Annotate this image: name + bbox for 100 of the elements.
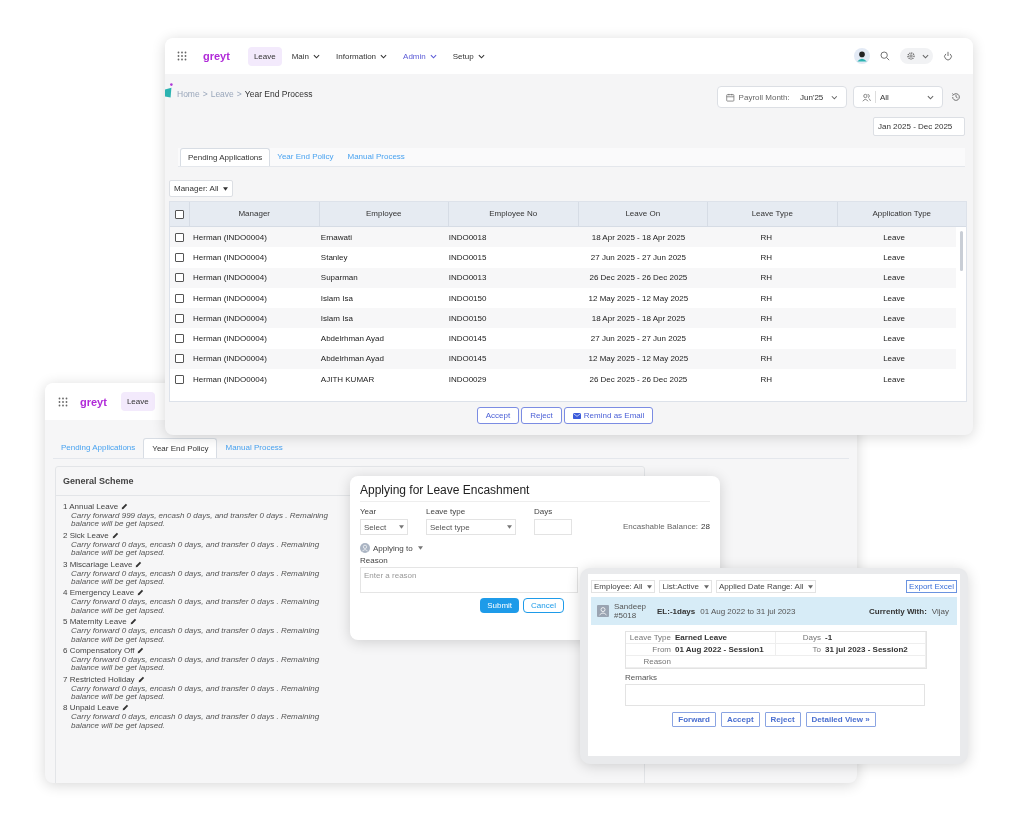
nav-item[interactable]: Leave bbox=[120, 392, 155, 411]
column-header: Leave Type bbox=[707, 202, 837, 226]
breadcrumb-separator: > bbox=[202, 89, 208, 99]
column-header: Manager bbox=[189, 202, 319, 226]
search-icon[interactable] bbox=[880, 51, 890, 61]
policy-name: 7 Restricted Holiday bbox=[63, 674, 135, 684]
table-cell: Herman (INDO0004) bbox=[193, 252, 267, 262]
column-header: Employee bbox=[318, 202, 448, 226]
row-checkbox[interactable] bbox=[175, 293, 184, 303]
pencil-icon[interactable] bbox=[121, 503, 129, 510]
breadcrumb-separator: > bbox=[236, 89, 242, 99]
nav-item[interactable]: Admin bbox=[397, 46, 443, 66]
power-icon[interactable] bbox=[943, 51, 953, 61]
settings-icon bbox=[906, 51, 916, 61]
history-icon[interactable] bbox=[951, 92, 961, 102]
app-grid-icon[interactable] bbox=[58, 396, 68, 407]
nav-item[interactable]: Setup bbox=[446, 46, 491, 66]
policy-note: Carry forward 0 days, encash 0 days, and transfer 0 days . Remaining balance will be get lapsed. bbox=[71, 540, 321, 558]
days-input[interactable] bbox=[534, 519, 572, 535]
table-cell: Leave bbox=[883, 354, 905, 364]
action-button[interactable]: Reject bbox=[764, 712, 801, 727]
pencil-icon[interactable] bbox=[135, 560, 143, 568]
caret-icon bbox=[313, 53, 321, 59]
tag-icon bbox=[165, 83, 173, 99]
pencil-icon[interactable] bbox=[137, 675, 145, 683]
row-checkbox[interactable] bbox=[175, 273, 184, 283]
table-cell: INDO0029 bbox=[448, 374, 487, 384]
table-cell: RH bbox=[760, 232, 772, 242]
nav-item[interactable]: Information bbox=[330, 46, 394, 66]
payroll-month-select[interactable]: Payroll Month: Jun'25 bbox=[717, 86, 847, 108]
tab[interactable]: Pending Applications bbox=[180, 148, 271, 166]
page-title: Year End Process bbox=[244, 89, 313, 99]
action-button[interactable]: Reject bbox=[521, 407, 562, 424]
table-cell: INDO0145 bbox=[448, 354, 487, 364]
user-filter-select[interactable]: All bbox=[853, 86, 943, 108]
action-button[interactable]: Detailed View » bbox=[805, 712, 876, 727]
policy-note: Carry forward 999 days, encash 0 days, and transfer 0 days . Remaining balance will be get lapsed. bbox=[71, 512, 330, 529]
leave-period: 01 Aug 2022 to 31 jul 2023 bbox=[700, 606, 796, 616]
pencil-icon[interactable] bbox=[137, 589, 145, 597]
scrollbar[interactable] bbox=[960, 231, 963, 271]
table-cell: 27 Jun 2025 - 27 Jun 2025 bbox=[590, 252, 686, 262]
app-grid-icon[interactable] bbox=[177, 51, 187, 61]
action-button[interactable]: Forward bbox=[672, 712, 716, 727]
filter-select[interactable]: Applied Date Range: All bbox=[715, 580, 817, 593]
filter-select[interactable]: List:Active bbox=[659, 580, 712, 593]
row-checkbox[interactable] bbox=[175, 374, 184, 384]
detail-label: To bbox=[811, 645, 821, 654]
table-cell: Ernawati bbox=[320, 232, 352, 242]
user-avatar-icon[interactable] bbox=[854, 48, 870, 64]
action-button[interactable]: Accept bbox=[476, 407, 520, 424]
manager-filter-select[interactable]: Manager: All bbox=[169, 180, 234, 197]
field-label: Leave type bbox=[426, 507, 467, 516]
row-checkbox[interactable] bbox=[175, 354, 184, 364]
settings-button[interactable] bbox=[900, 48, 933, 64]
row-checkbox[interactable] bbox=[175, 334, 184, 344]
detail-value: 01 Aug 2022 - Session1 bbox=[675, 645, 764, 654]
pencil-icon[interactable] bbox=[129, 618, 137, 626]
table-cell: Leave bbox=[883, 293, 905, 303]
table-cell: INDO0018 bbox=[448, 232, 487, 242]
caret-icon bbox=[507, 525, 512, 529]
caret-icon bbox=[922, 53, 929, 59]
detail-value: 31 jul 2023 - Session2 bbox=[825, 645, 908, 654]
pencil-icon[interactable] bbox=[111, 531, 119, 539]
action-button[interactable]: Accept bbox=[720, 712, 760, 727]
select-all-checkbox[interactable] bbox=[175, 209, 184, 219]
table-cell: RH bbox=[760, 313, 772, 323]
table-cell: Leave bbox=[883, 252, 905, 262]
balance-value: 28 bbox=[701, 522, 710, 531]
table-cell: 18 Apr 2025 - 18 Apr 2025 bbox=[591, 232, 686, 242]
tab[interactable]: Year End Policy bbox=[143, 438, 218, 458]
table-cell: Herman (INDO0004) bbox=[193, 232, 267, 242]
table-cell: Abdelrhman Ayad bbox=[320, 354, 384, 364]
logo: greyt bbox=[80, 395, 107, 408]
year-select[interactable]: Select bbox=[360, 519, 408, 535]
caret-icon bbox=[927, 94, 934, 100]
pencil-icon[interactable] bbox=[137, 646, 145, 654]
pencil-icon[interactable] bbox=[122, 704, 130, 712]
table-cell: AJITH KUMAR bbox=[320, 374, 375, 384]
row-checkbox[interactable] bbox=[175, 232, 184, 242]
applying-to-dropdown[interactable]: Applying to bbox=[373, 543, 423, 553]
dialog-title: Applying for Leave Encashment bbox=[360, 476, 710, 502]
employee-name: Sandeep bbox=[614, 602, 648, 611]
row-checkbox[interactable] bbox=[175, 252, 184, 262]
action-button[interactable]: Remind as Email bbox=[563, 407, 654, 424]
export-excel-button[interactable]: Export Excel bbox=[906, 580, 957, 593]
table-cell: Leave bbox=[883, 334, 905, 344]
nav-item[interactable]: Leave bbox=[247, 46, 282, 66]
request-card[interactable]: Sandeep #5018 EL:-1days 01 Aug 2022 to 31 jul 2023 Currently With: Vijay bbox=[591, 597, 957, 625]
policy-name: 3 Miscariage Leave bbox=[63, 559, 133, 569]
table-cell: Islam Isa bbox=[320, 313, 353, 323]
detail-label: From bbox=[651, 645, 671, 654]
table-cell: Herman (INDO0004) bbox=[193, 313, 267, 323]
table-cell: Suparman bbox=[320, 273, 358, 283]
row-checkbox[interactable] bbox=[175, 313, 184, 323]
nav-item[interactable]: Main bbox=[285, 46, 327, 66]
reason-input[interactable]: Enter a reason bbox=[360, 567, 578, 593]
filter-select[interactable]: Employee: All bbox=[591, 580, 656, 593]
date-range-select[interactable]: Jan 2025 - Dec 2025 bbox=[873, 117, 965, 136]
leave-type-select[interactable]: Select type bbox=[426, 519, 516, 535]
remarks-input[interactable] bbox=[625, 684, 925, 706]
